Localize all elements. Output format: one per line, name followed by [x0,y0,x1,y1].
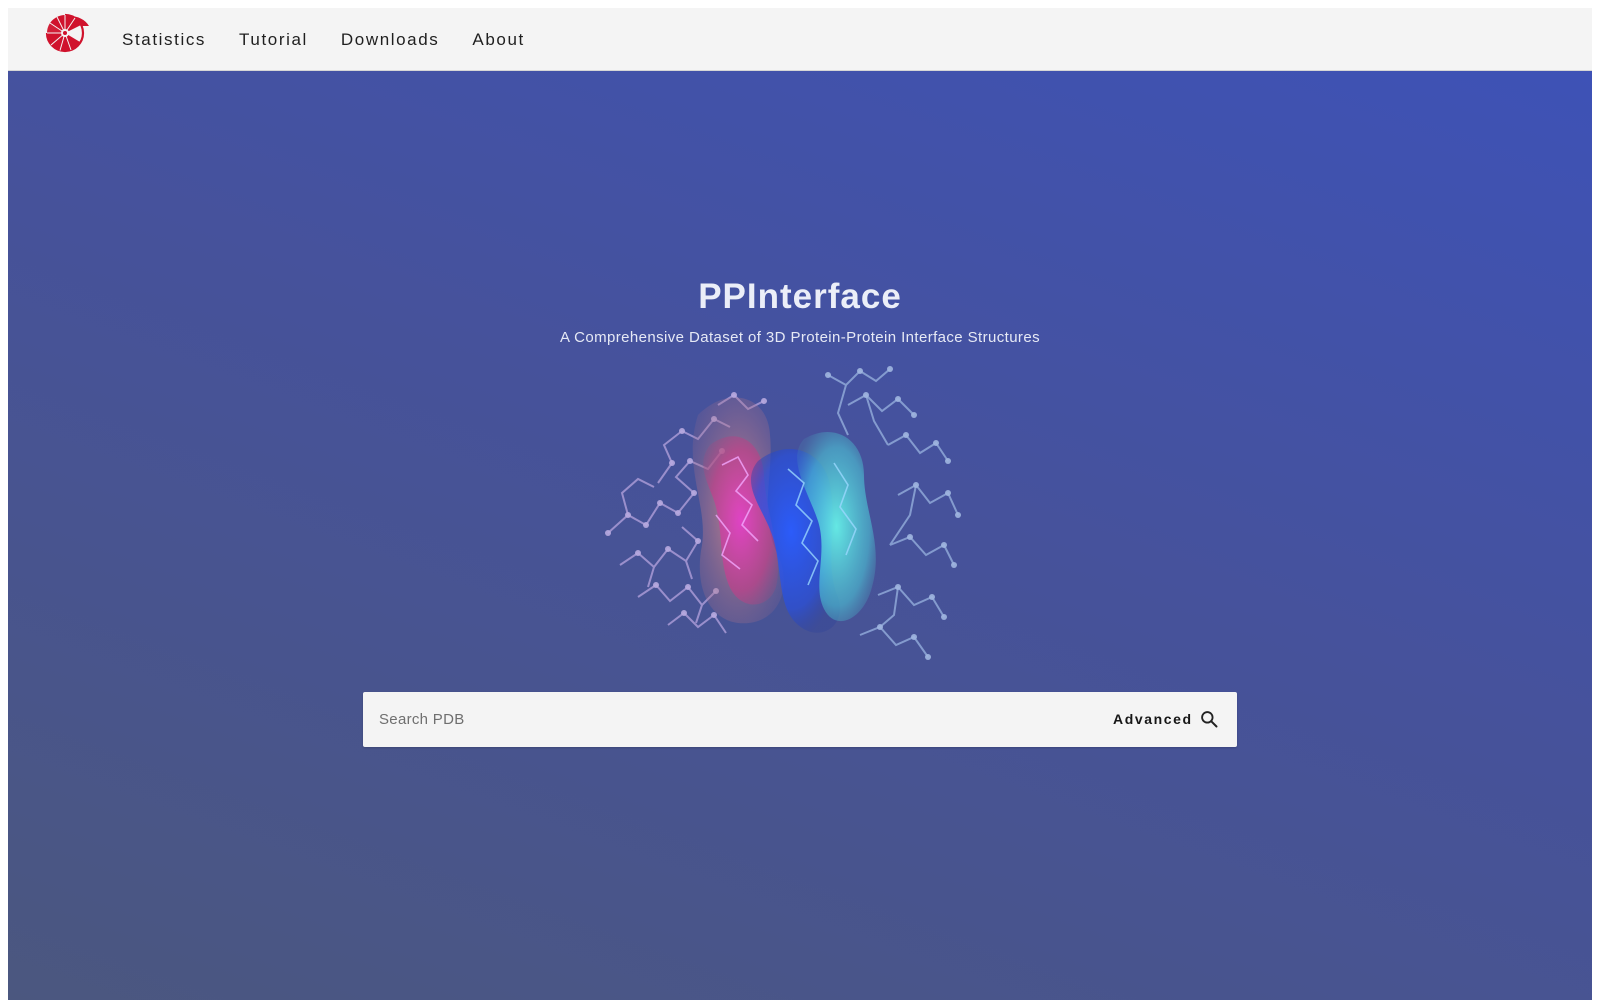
nav-statistics[interactable]: Statistics [122,30,206,50]
page-frame: Statistics Tutorial Downloads About PPIn… [8,8,1592,1000]
protein-structure-illustration [605,366,961,660]
search-bar: Advanced [363,692,1237,747]
nav-downloads[interactable]: Downloads [341,30,440,50]
search-icon[interactable] [1199,709,1219,729]
advanced-search-button[interactable]: Advanced [1113,692,1193,747]
top-navbar: Statistics Tutorial Downloads About [8,8,1592,71]
ammonite-logo-icon[interactable] [40,12,90,54]
page-subtitle: A Comprehensive Dataset of 3D Protein-Pr… [560,329,1040,346]
page-title: PPInterface [698,277,902,316]
hero-section: PPInterface A Comprehensive Dataset of 3… [8,71,1592,1000]
nav-about[interactable]: About [472,30,524,50]
nav-links: Statistics Tutorial Downloads About [122,8,558,71]
nav-tutorial[interactable]: Tutorial [239,30,308,50]
search-input[interactable] [363,692,1083,747]
